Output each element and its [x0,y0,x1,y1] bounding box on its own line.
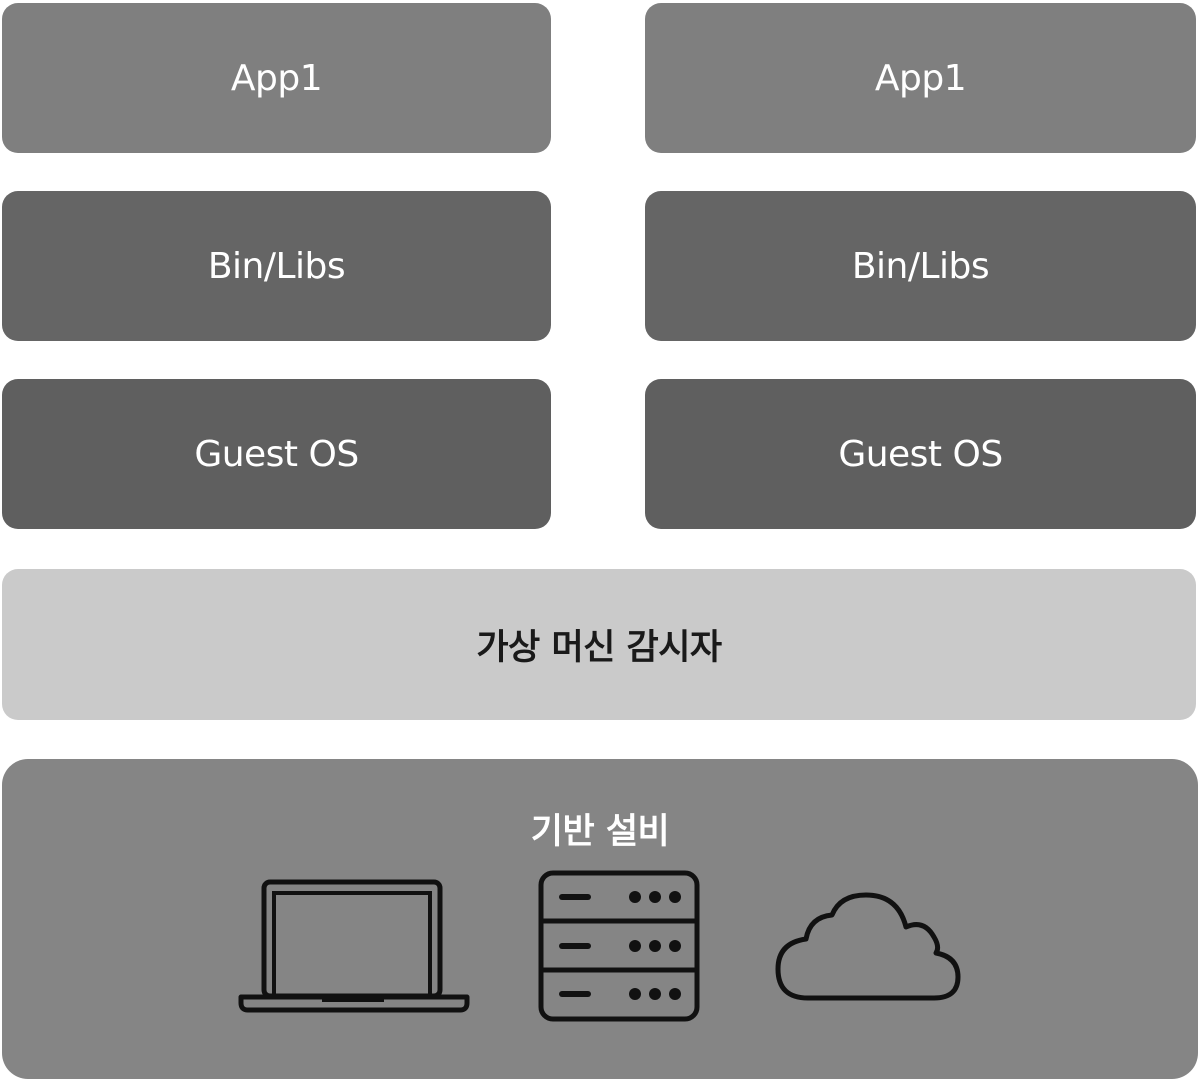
vm2-app-block: App1 [645,3,1196,153]
vm1-libs-block: Bin/Libs [2,191,551,341]
hypervisor-block: 가상 머신 감시자 [2,569,1196,720]
vm2-guest-os-label: Guest OS [838,433,1003,475]
infrastructure-label: 기반 설비 [530,812,670,852]
vm2-guest-os-block: Guest OS [645,379,1196,529]
vm1-app-label: App1 [230,57,323,99]
hypervisor-label: 가상 머신 감시자 [476,628,722,668]
vm1-libs-label: Bin/Libs [207,245,346,287]
laptop-icon [238,879,470,1013]
cloud-icon [775,892,961,1001]
vm1-guest-os-label: Guest OS [194,433,359,475]
vm2-libs-block: Bin/Libs [645,191,1196,341]
vm2-libs-label: Bin/Libs [851,245,990,287]
infrastructure-block: 기반 설비 [2,759,1198,1079]
server-icon [538,870,700,1022]
vm1-app-block: App1 [2,3,551,153]
vm2-app-label: App1 [874,57,967,99]
vm1-guest-os-block: Guest OS [2,379,551,529]
